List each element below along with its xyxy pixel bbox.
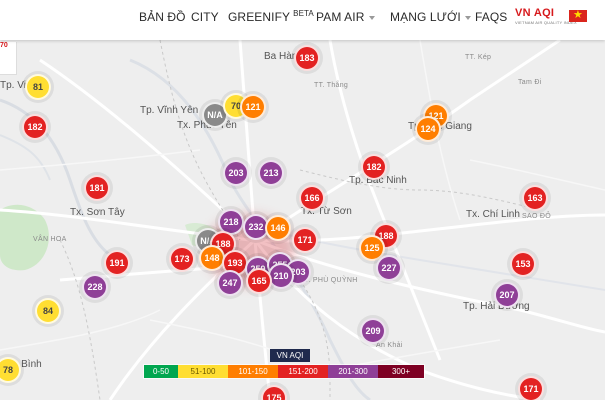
place-label: VÂN HOA — [33, 236, 67, 243]
brand-tagline: VIETNAM AIR QUALITY INDEX — [515, 20, 577, 25]
chevron-down-icon — [368, 15, 375, 20]
legend-level: 51-100 — [178, 365, 228, 378]
aqi-marker[interactable]: 182 — [22, 114, 48, 140]
brand-name: VN AQI — [515, 7, 555, 19]
chevron-down-icon — [464, 15, 471, 20]
nav-city-label: CITY — [191, 10, 219, 24]
nav-city[interactable]: CITY — [191, 10, 219, 24]
nav-network-label: MẠNG LƯỚI — [390, 10, 461, 24]
aqi-marker[interactable]: 124 — [415, 116, 441, 142]
legend-level: 0-50 — [144, 365, 178, 378]
legend-level: 151-200 — [278, 365, 328, 378]
aqi-marker[interactable]: 171 — [292, 227, 318, 253]
aqi-marker[interactable]: 148 — [199, 245, 225, 271]
beta-badge: BETA — [293, 9, 314, 18]
aqi-map[interactable]: Ba Hàng TT. Kép Tp. Việt Tp. Vĩnh Yên TT… — [0, 40, 605, 400]
nav-greenify-label: GREENIFY — [228, 10, 291, 24]
legend-level: 300+ — [378, 365, 424, 378]
place-label: Tx. Chí Linh — [466, 209, 520, 220]
brand-logo[interactable]: VN AQI VIETNAM AIR QUALITY INDEX — [515, 7, 577, 25]
aqi-marker[interactable]: 207 — [494, 282, 520, 308]
aqi-legend: 0-50 51-100 101-150 151-200 201-300 300+ — [143, 364, 425, 379]
place-label: Tx. Sơn Tây — [70, 207, 125, 218]
place-label: Tam Đi — [518, 79, 542, 86]
aqi-marker[interactable]: 247 — [217, 270, 243, 296]
aqi-marker[interactable]: 165 — [246, 268, 272, 294]
aqi-marker[interactable]: 84 — [35, 298, 61, 324]
place-label: TT. Thắng — [314, 82, 349, 89]
aqi-marker[interactable]: 228 — [82, 274, 108, 300]
aqi-marker[interactable]: 153 — [510, 251, 536, 277]
nav-map[interactable]: BẢN ĐỒ — [139, 10, 186, 24]
map-basemap — [0, 40, 605, 400]
aqi-marker[interactable]: 209 — [360, 318, 386, 344]
aqi-marker[interactable]: 213 — [258, 160, 284, 186]
aqi-marker[interactable]: 146 — [265, 215, 291, 241]
aqi-marker[interactable]: 171 — [518, 376, 544, 400]
nav-greenify[interactable]: GREENIFY BETA — [228, 9, 314, 24]
aqi-marker[interactable]: 173 — [169, 246, 195, 272]
aqi-marker[interactable]: 121 — [240, 94, 266, 120]
place-label: TT. Kép — [465, 54, 492, 61]
nav-network[interactable]: MẠNG LƯỚI — [390, 10, 471, 24]
place-label: An Khải — [376, 342, 403, 349]
place-label: Tp. Vĩnh Yên — [140, 105, 199, 116]
nav-pam-air[interactable]: PAM AIR — [316, 10, 375, 24]
aqi-marker[interactable]: 181 — [84, 175, 110, 201]
vietnam-flag-icon[interactable]: ★ — [569, 9, 587, 22]
aqi-marker[interactable]: 182 — [361, 154, 387, 180]
legend-level: 201-300 — [328, 365, 378, 378]
zoom-control[interactable]: 70 — [0, 42, 17, 75]
aqi-marker[interactable]: 183 — [294, 45, 320, 71]
nav-map-label: BẢN ĐỒ — [139, 10, 186, 24]
partial-aqi-marker: 70 — [0, 42, 8, 49]
nav-faqs[interactable]: FAQS — [475, 10, 507, 24]
aqi-marker[interactable]: 227 — [376, 255, 402, 281]
aqi-marker[interactable]: 163 — [522, 185, 548, 211]
top-navigation-bar: BẢN ĐỒ CITY GREENIFY BETA PAM AIR MẠNG LƯ… — [0, 0, 605, 40]
legend-level: 101-150 — [228, 365, 278, 378]
aqi-marker[interactable]: 191 — [104, 250, 130, 276]
nav-pam-air-label: PAM AIR — [316, 10, 365, 24]
aqi-marker[interactable]: 166 — [299, 185, 325, 211]
place-label: SAO ĐỎ — [522, 213, 552, 220]
aqi-marker[interactable]: 203 — [223, 160, 249, 186]
aqi-marker[interactable]: 81 — [25, 74, 51, 100]
legend-title: VN AQI — [270, 349, 310, 362]
aqi-marker[interactable]: 210 — [268, 263, 294, 289]
nav-faqs-label: FAQS — [475, 10, 508, 24]
